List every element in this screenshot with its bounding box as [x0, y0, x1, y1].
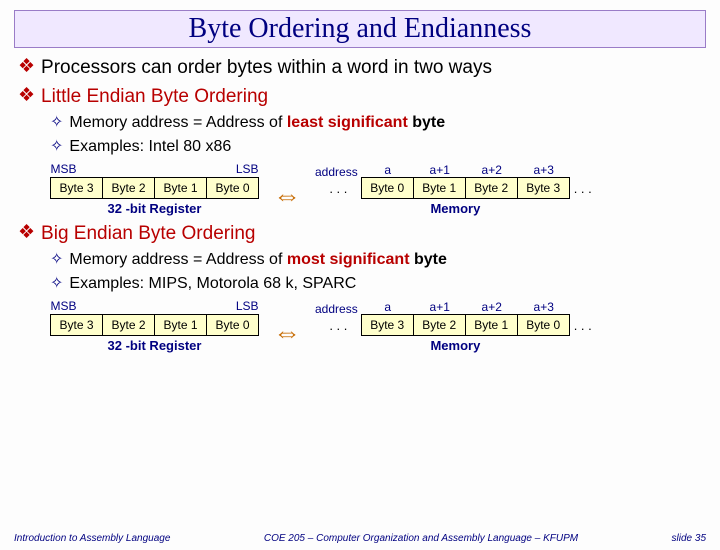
- ellipsis: . . .: [325, 316, 351, 336]
- subbullet-le-examples: ✧ Examples: Intel 80 x86: [50, 136, 702, 156]
- register-block: MSB LSB Byte 3 Byte 2 Byte 1 Byte 0 32 -b…: [50, 299, 259, 353]
- addr-a1: a+1: [430, 300, 450, 314]
- register-end-labels: MSB LSB: [51, 162, 259, 176]
- reg-cell: Byte 0: [207, 315, 258, 335]
- ellipsis: . . .: [570, 179, 596, 199]
- register-caption: 32 -bit Register: [108, 338, 202, 353]
- ellipsis: . . .: [325, 179, 351, 199]
- text: Examples: MIPS, Motorola 68 k, SPARC: [69, 275, 356, 292]
- text: Examples: Intel 80 x86: [69, 138, 231, 155]
- bullet-big-endian: ❖ Big Endian Byte Ordering: [18, 222, 702, 245]
- register-block: MSB LSB Byte 3 Byte 2 Byte 1 Byte 0 32 -b…: [50, 162, 259, 216]
- subbullet-le-addr: ✧ Memory address = Address of least signi…: [50, 112, 702, 132]
- mem-cell: Byte 3: [361, 314, 414, 336]
- diamond-icon: ❖: [18, 84, 35, 107]
- footer-right: slide 35: [672, 533, 706, 544]
- addr-a2: a+2: [482, 163, 502, 177]
- title-band: Byte Ordering and Endianness: [14, 10, 706, 48]
- footer-mid: COE 205 – Computer Organization and Asse…: [170, 533, 671, 544]
- em-text: least significant: [287, 114, 408, 131]
- subbullet-be-examples: ✧ Examples: MIPS, Motorola 68 k, SPARC: [50, 273, 702, 293]
- addr-a3: a+3: [534, 300, 554, 314]
- mem-cell: Byte 0: [361, 177, 414, 199]
- address-label: address: [315, 165, 362, 179]
- page-title: Byte Ordering and Endianness: [189, 13, 532, 44]
- ellipsis: . . .: [570, 316, 596, 336]
- address-label: address: [315, 302, 362, 316]
- lsb-label: LSB: [236, 299, 259, 313]
- diagram-little-endian: MSB LSB Byte 3 Byte 2 Byte 1 Byte 0 32 -b…: [50, 162, 702, 216]
- text: byte: [408, 114, 445, 131]
- diamond-icon: ❖: [18, 55, 35, 78]
- addr-a: a: [384, 300, 391, 314]
- bullet-text: Processors can order bytes within a word…: [41, 57, 492, 78]
- diagram-big-endian: MSB LSB Byte 3 Byte 2 Byte 1 Byte 0 32 -b…: [50, 299, 702, 353]
- addr-a1: a+1: [430, 163, 450, 177]
- bullet-text: Little Endian Byte Ordering: [41, 86, 268, 107]
- mem-cell: Byte 3: [517, 177, 570, 199]
- msb-label: MSB: [51, 162, 77, 176]
- mem-cell: Byte 1: [413, 177, 466, 199]
- text: Memory address = Address of: [69, 114, 286, 131]
- footer-left: Introduction to Assembly Language: [14, 533, 170, 544]
- subbullet-be-addr: ✧ Memory address = Address of most signif…: [50, 249, 702, 269]
- addr-a2: a+2: [482, 300, 502, 314]
- memory-row: address. . . aByte 3 a+1Byte 2 a+2Byte 1…: [315, 300, 596, 336]
- content: ❖ Processors can order bytes within a wor…: [0, 56, 720, 353]
- register-end-labels: MSB LSB: [51, 299, 259, 313]
- memory-row: address. . . aByte 0 a+1Byte 1 a+2Byte 2…: [315, 163, 596, 199]
- diamond-icon: ❖: [18, 221, 35, 244]
- addr-a3: a+3: [534, 163, 554, 177]
- diamond-small-icon: ✧: [50, 138, 63, 155]
- mem-cell: Byte 0: [517, 314, 570, 336]
- register-cells: Byte 3 Byte 2 Byte 1 Byte 0: [50, 314, 259, 336]
- text: byte: [410, 251, 447, 268]
- reg-cell: Byte 1: [155, 315, 207, 335]
- reg-cell: Byte 1: [155, 178, 207, 198]
- mem-cell: Byte 2: [413, 314, 466, 336]
- slide: Byte Ordering and Endianness ❖ Processors…: [0, 10, 720, 550]
- bullet-intro: ❖ Processors can order bytes within a wor…: [18, 56, 702, 79]
- register-cells: Byte 3 Byte 2 Byte 1 Byte 0: [50, 177, 259, 199]
- reg-cell: Byte 2: [103, 315, 155, 335]
- mem-cell: Byte 1: [465, 314, 518, 336]
- mem-cell: Byte 2: [465, 177, 518, 199]
- double-arrow-icon: ⇔: [273, 319, 301, 347]
- reg-cell: Byte 2: [103, 178, 155, 198]
- diamond-small-icon: ✧: [50, 114, 63, 131]
- bullet-text: Big Endian Byte Ordering: [41, 223, 255, 244]
- diamond-small-icon: ✧: [50, 275, 63, 292]
- text: Memory address = Address of: [69, 251, 286, 268]
- memory-caption: Memory: [430, 338, 480, 353]
- reg-cell: Byte 0: [207, 178, 258, 198]
- lsb-label: LSB: [236, 162, 259, 176]
- memory-block: address. . . aByte 0 a+1Byte 1 a+2Byte 2…: [315, 163, 596, 216]
- bullet-little-endian: ❖ Little Endian Byte Ordering: [18, 85, 702, 108]
- addr-a: a: [384, 163, 391, 177]
- reg-cell: Byte 3: [51, 315, 103, 335]
- footer: Introduction to Assembly Language COE 20…: [0, 533, 720, 544]
- double-arrow-icon: ⇔: [273, 182, 301, 210]
- diamond-small-icon: ✧: [50, 251, 63, 268]
- msb-label: MSB: [51, 299, 77, 313]
- em-text: most significant: [287, 251, 410, 268]
- memory-block: address. . . aByte 3 a+1Byte 2 a+2Byte 1…: [315, 300, 596, 353]
- reg-cell: Byte 3: [51, 178, 103, 198]
- register-caption: 32 -bit Register: [108, 201, 202, 216]
- memory-caption: Memory: [430, 201, 480, 216]
